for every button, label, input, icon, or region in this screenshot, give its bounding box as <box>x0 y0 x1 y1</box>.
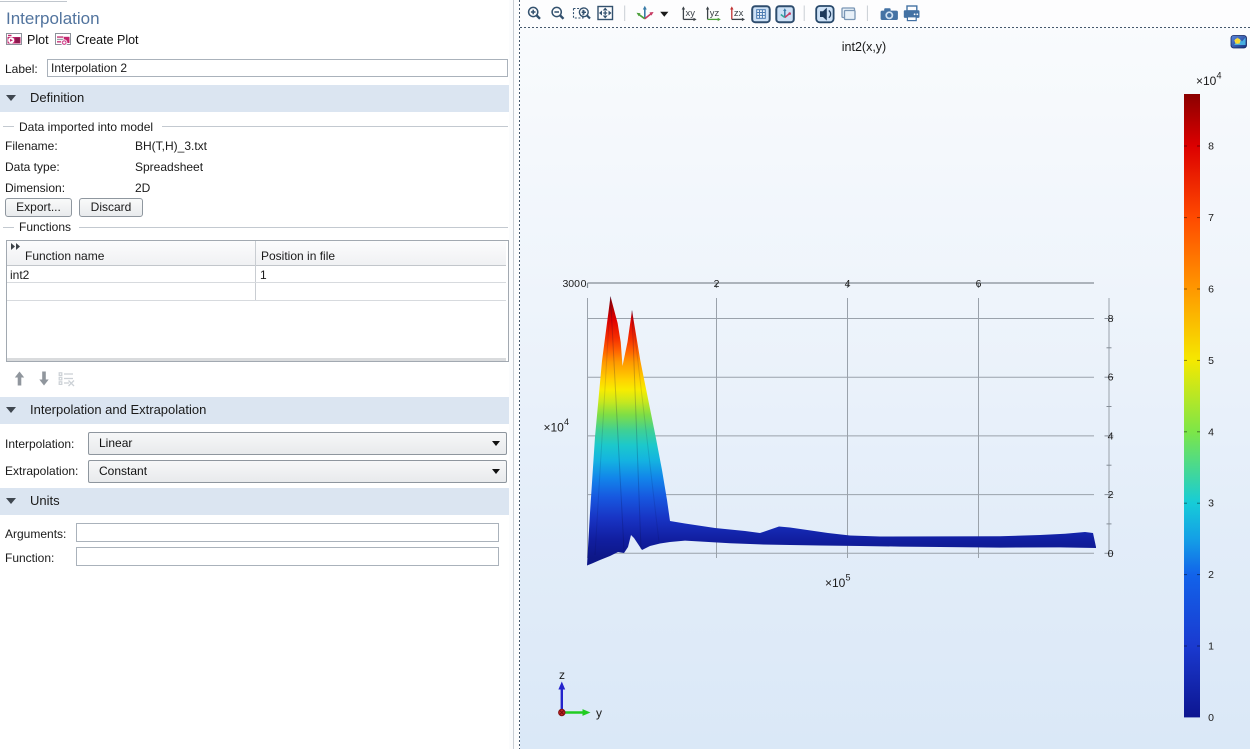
svg-text:0: 0 <box>1208 712 1214 724</box>
svg-text:4: 4 <box>845 278 851 290</box>
svg-text:6: 6 <box>976 278 982 290</box>
svg-text:8: 8 <box>1208 141 1214 153</box>
svg-text:×10: ×10 <box>1196 74 1217 88</box>
svg-text:y: y <box>596 706 602 720</box>
svg-text:2: 2 <box>1208 569 1214 581</box>
svg-text:3: 3 <box>1208 498 1214 510</box>
svg-text:yz: yz <box>710 8 720 19</box>
svg-text:8: 8 <box>1108 313 1114 325</box>
svg-text:2: 2 <box>714 278 720 290</box>
svg-text:z: z <box>559 668 565 682</box>
svg-text:xy: xy <box>686 8 696 19</box>
svg-text:0: 0 <box>581 278 587 290</box>
svg-text:×10: ×10 <box>825 576 846 590</box>
svg-text:300: 300 <box>562 278 580 290</box>
svg-text:4: 4 <box>1208 426 1214 438</box>
svg-text:×10: ×10 <box>544 421 565 435</box>
svg-text:6: 6 <box>1208 284 1214 296</box>
svg-text:5: 5 <box>1208 355 1214 367</box>
svg-text:2: 2 <box>1108 489 1114 501</box>
svg-text:6: 6 <box>1108 372 1114 384</box>
svg-text:7: 7 <box>1208 212 1214 224</box>
svg-text:1: 1 <box>1208 641 1214 653</box>
svg-text:5: 5 <box>846 573 851 583</box>
svg-text:0: 0 <box>1108 548 1114 560</box>
svg-text:4: 4 <box>1108 430 1114 442</box>
svg-text:int2(x,y): int2(x,y) <box>842 40 886 54</box>
svg-text:4: 4 <box>1217 71 1222 81</box>
svg-text:4: 4 <box>564 417 569 427</box>
svg-text:zx: zx <box>734 8 744 19</box>
